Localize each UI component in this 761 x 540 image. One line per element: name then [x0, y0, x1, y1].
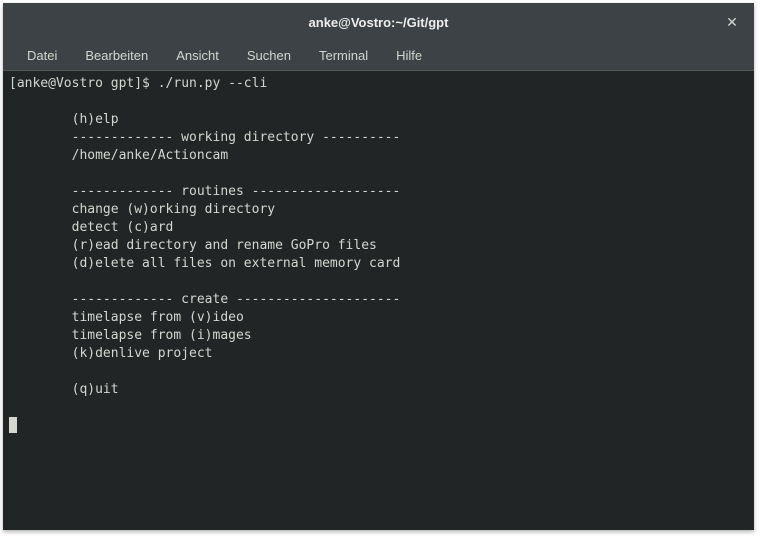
terminal-output-line: ------------- create -------------------…	[9, 292, 400, 307]
terminal-command: ./run.py --cli	[158, 76, 268, 91]
terminal-output-line: (d)elete all files on external memory ca…	[9, 256, 400, 271]
terminal-output-line: (r)ead directory and rename GoPro files	[9, 238, 377, 253]
terminal-output-line: change (w)orking directory	[9, 202, 275, 217]
menu-search[interactable]: Suchen	[233, 43, 305, 68]
menubar: Datei Bearbeiten Ansicht Suchen Terminal…	[3, 41, 754, 71]
terminal-output-line: timelapse from (i)mages	[9, 328, 252, 343]
terminal-output-line: /home/anke/Actioncam	[9, 148, 228, 163]
terminal-output-line: ------------- working directory --------…	[9, 130, 400, 145]
menu-file[interactable]: Datei	[13, 43, 71, 68]
terminal-prompt: [anke@Vostro gpt]$	[9, 76, 158, 91]
terminal-output-line: detect (c)ard	[9, 220, 173, 235]
terminal-output-line: (q)uit	[9, 382, 119, 397]
menu-terminal[interactable]: Terminal	[305, 43, 382, 68]
terminal-window: anke@Vostro:~/Git/gpt ✕ Datei Bearbeiten…	[3, 3, 754, 530]
menu-edit[interactable]: Bearbeiten	[71, 43, 162, 68]
terminal-output-line: (k)denlive project	[9, 346, 213, 361]
terminal-output-line: timelapse from (v)ideo	[9, 310, 244, 325]
terminal-output-line: ------------- routines -----------------…	[9, 184, 400, 199]
terminal-output-line: (h)elp	[9, 112, 119, 127]
menu-view[interactable]: Ansicht	[162, 43, 233, 68]
titlebar: anke@Vostro:~/Git/gpt ✕	[3, 3, 754, 41]
window-title: anke@Vostro:~/Git/gpt	[309, 15, 449, 30]
terminal-body[interactable]: [anke@Vostro gpt]$ ./run.py --cli (h)elp…	[3, 71, 754, 530]
menu-help[interactable]: Hilfe	[382, 43, 436, 68]
close-icon[interactable]: ✕	[722, 12, 742, 32]
terminal-cursor	[9, 417, 17, 433]
